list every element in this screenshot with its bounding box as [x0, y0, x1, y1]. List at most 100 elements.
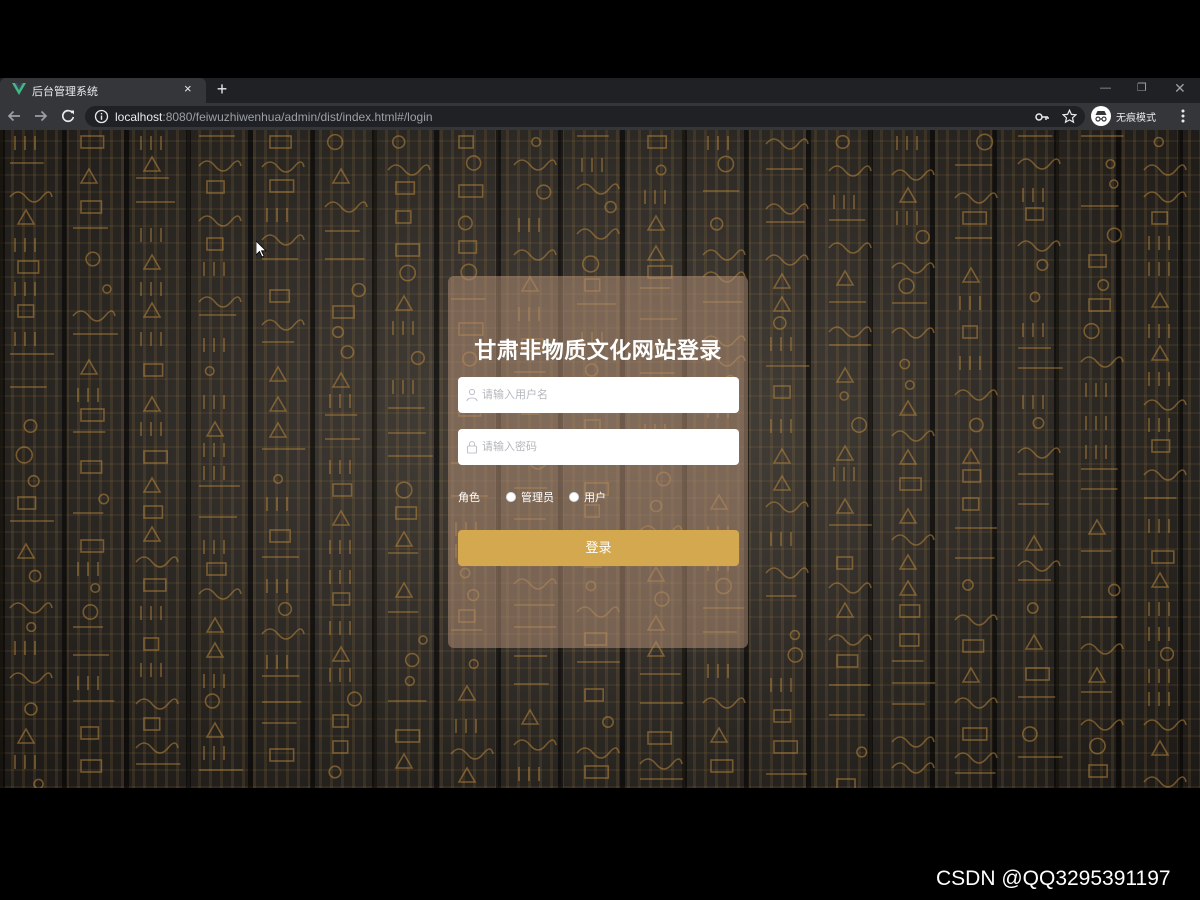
hieroglyph-mark: [1087, 518, 1107, 535]
hieroglyph-mark: [828, 242, 872, 254]
hieroglyph-mark: [206, 237, 224, 251]
forward-arrow-icon[interactable]: [33, 108, 49, 124]
role-option-label[interactable]: 用户: [584, 489, 606, 505]
minimize-icon[interactable]: —: [1100, 81, 1111, 95]
hieroglyph-mark: [79, 358, 99, 375]
hieroglyph-mark: [143, 717, 161, 731]
hieroglyph-mark: [80, 460, 103, 474]
reload-icon[interactable]: [60, 108, 76, 124]
hieroglyph-mark: [395, 210, 412, 224]
hieroglyph-mark: [450, 748, 494, 760]
hieroglyph-mark: [198, 215, 242, 227]
hieroglyph-mark: [135, 742, 179, 754]
radio-circle-icon[interactable]: [506, 492, 516, 502]
hieroglyph-mark: [203, 338, 225, 352]
password-input[interactable]: [482, 429, 732, 465]
vue-logo-icon: [12, 83, 26, 95]
key-icon[interactable]: [1035, 110, 1049, 124]
address-bar[interactable]: localhost:8080/feiwuzhiwenhua/admin/dist…: [85, 106, 1085, 127]
hieroglyph-mark: [891, 762, 935, 774]
hieroglyph-mark: [770, 419, 792, 433]
user-icon: [466, 388, 478, 402]
hieroglyph-mark: [1083, 322, 1100, 340]
hieroglyph-mark: [702, 249, 746, 261]
role-label: 角色: [458, 492, 480, 504]
hieroglyph-mark: [828, 165, 872, 177]
window-close-icon[interactable]: ✕: [1174, 81, 1186, 95]
role-radio-admin[interactable]: 管理员: [506, 489, 554, 505]
hieroglyph-mark: [976, 133, 994, 151]
radio-circle-icon[interactable]: [569, 492, 579, 502]
hieroglyph-mark: [143, 578, 167, 592]
hieroglyph-mark: [142, 301, 162, 318]
hieroglyph-mark: [581, 158, 603, 172]
bookmark-star-icon[interactable]: [1062, 109, 1077, 124]
hieroglyph-mark: [773, 385, 791, 399]
hieroglyph-mark: [1022, 323, 1044, 337]
hieroglyph-mark: [513, 249, 557, 261]
url-text[interactable]: localhost:8080/feiwuzhiwenhua/admin/dist…: [115, 110, 433, 124]
hieroglyph-mark: [142, 525, 162, 542]
new-tab-icon[interactable]: +: [213, 79, 231, 99]
hieroglyph-mark: [404, 652, 420, 668]
watermark: CSDN @QQ3295391197: [936, 867, 1171, 890]
hieroglyph-mark: [765, 203, 809, 215]
back-arrow-icon[interactable]: [6, 108, 22, 124]
hieroglyph-mark: [273, 473, 284, 485]
hieroglyph-mark: [1148, 602, 1170, 616]
info-icon[interactable]: [94, 109, 109, 124]
hieroglyph-mark: [395, 181, 416, 195]
hieroglyph-mark: [203, 262, 225, 276]
hieroglyph-mark: [14, 755, 36, 769]
hieroglyph-mark: [1148, 236, 1170, 250]
hieroglyph-mark: [1148, 669, 1170, 683]
hieroglyph-mark: [468, 658, 479, 670]
hieroglyph-mark: [80, 726, 100, 740]
tab-strip: 后台管理系统 × + — ❐ ✕: [0, 78, 1200, 103]
hieroglyph-mark: [457, 215, 473, 231]
hieroglyph-mark: [140, 422, 162, 436]
hieroglyph-mark: [203, 674, 225, 688]
hieroglyph-mark: [1024, 534, 1044, 551]
username-field[interactable]: [458, 377, 739, 413]
hieroglyph-mark: [1148, 372, 1170, 386]
hieroglyph-mark: [332, 740, 349, 754]
browser-tab[interactable]: 后台管理系统 ×: [0, 78, 206, 103]
browser-toolbar: localhost:8080/feiwuzhiwenhua/admin/dist…: [0, 103, 1200, 130]
username-input[interactable]: [482, 377, 732, 413]
incognito-indicator[interactable]: 无痕模式: [1091, 105, 1166, 127]
hieroglyph-mark: [16, 542, 36, 559]
hieroglyph-mark: [828, 634, 872, 646]
hieroglyph-mark: [518, 767, 540, 781]
hieroglyph-mark: [458, 184, 484, 198]
hieroglyph-mark: [954, 192, 998, 204]
hieroglyph-mark: [639, 758, 683, 770]
hieroglyph-mark: [328, 765, 342, 779]
hieroglyph-mark: [954, 697, 998, 709]
hieroglyph-mark: [1108, 179, 1119, 189]
hieroglyph-mark: [1017, 240, 1061, 252]
hieroglyph-mark: [80, 135, 105, 149]
role-option-label[interactable]: 管理员: [521, 489, 554, 505]
tab-close-icon[interactable]: ×: [184, 82, 192, 96]
login-title: 甘肃非物质文化网站登录: [474, 338, 722, 363]
maximize-icon[interactable]: ❐: [1137, 81, 1147, 95]
hieroglyph-mark: [710, 759, 734, 773]
role-radio-user[interactable]: 用户: [569, 489, 606, 505]
hieroglyph-mark: [1029, 291, 1041, 303]
hieroglyph-mark: [898, 507, 918, 524]
hieroglyph-mark: [143, 363, 164, 377]
login-button[interactable]: 登录: [458, 530, 739, 566]
hieroglyph-mark: [828, 582, 872, 594]
hieroglyph-mark: [329, 570, 351, 584]
password-field[interactable]: [458, 429, 739, 465]
hieroglyph-mark: [962, 639, 985, 653]
hieroglyph-mark: [395, 729, 421, 743]
hieroglyph-mark: [1148, 262, 1170, 276]
more-menu-icon[interactable]: [1176, 108, 1190, 124]
hieroglyph-mark: [27, 474, 40, 488]
hieroglyph-mark: [266, 497, 288, 511]
hieroglyph-mark: [962, 497, 980, 511]
hieroglyph-mark: [891, 262, 935, 274]
hieroglyph-mark: [513, 739, 557, 751]
